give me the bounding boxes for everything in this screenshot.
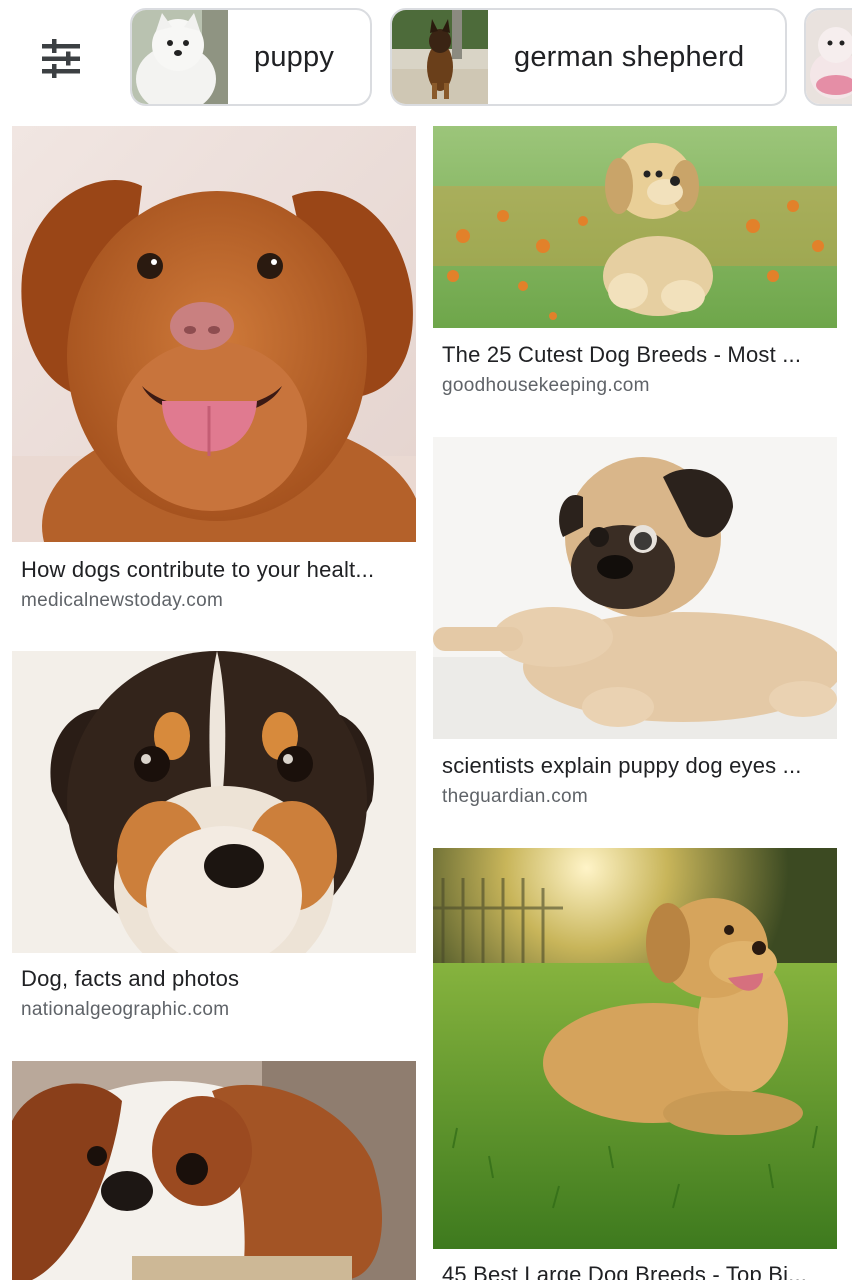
result-title[interactable]: 45 Best Large Dog Breeds - Top Bi... [442, 1262, 832, 1280]
chip-puppy[interactable]: puppy [130, 8, 372, 106]
result-card[interactable] [12, 1061, 416, 1280]
result-site: goodhousekeeping.com [442, 375, 650, 396]
suggestion-chip-bar: puppy german shepherd [0, 0, 852, 118]
tune-icon [42, 39, 80, 78]
result-title[interactable]: The 25 Cutest Dog Breeds - Most ... [442, 342, 832, 368]
result-site: nationalgeographic.com [21, 999, 230, 1020]
result-site: medicalnewstoday.com [21, 590, 224, 611]
result-image[interactable] [12, 1061, 416, 1280]
result-image[interactable] [12, 126, 416, 542]
chip-label: german shepherd [514, 40, 745, 73]
result-title[interactable]: Dog, facts and photos [21, 966, 411, 992]
chip-german-shepherd[interactable]: german shepherd [390, 8, 787, 106]
chip-partial[interactable] [804, 8, 852, 106]
result-card[interactable]: How dogs contribute to your healt... med… [12, 126, 416, 626]
result-site: theguardian.com [442, 786, 589, 807]
search-tools-button[interactable] [28, 26, 94, 92]
result-card[interactable]: The 25 Cutest Dog Breeds - Most ... good… [433, 126, 837, 416]
result-image[interactable] [12, 651, 416, 953]
chip-label: puppy [254, 40, 335, 73]
german-shepherd-thumbnail [392, 10, 488, 104]
result-card[interactable]: scientists explain puppy dog eyes ... th… [433, 437, 837, 827]
result-card[interactable]: Dog, facts and photos nationalgeographic… [12, 651, 416, 1031]
result-card[interactable]: 45 Best Large Dog Breeds - Top Bi... [433, 848, 837, 1280]
toy-puppy-thumbnail [806, 10, 852, 104]
result-image[interactable] [433, 437, 837, 739]
white-puppy-thumbnail [132, 10, 228, 104]
result-image[interactable] [433, 848, 837, 1249]
result-image[interactable] [433, 126, 837, 328]
result-title[interactable]: How dogs contribute to your healt... [21, 557, 411, 583]
result-title[interactable]: scientists explain puppy dog eyes ... [442, 753, 832, 779]
